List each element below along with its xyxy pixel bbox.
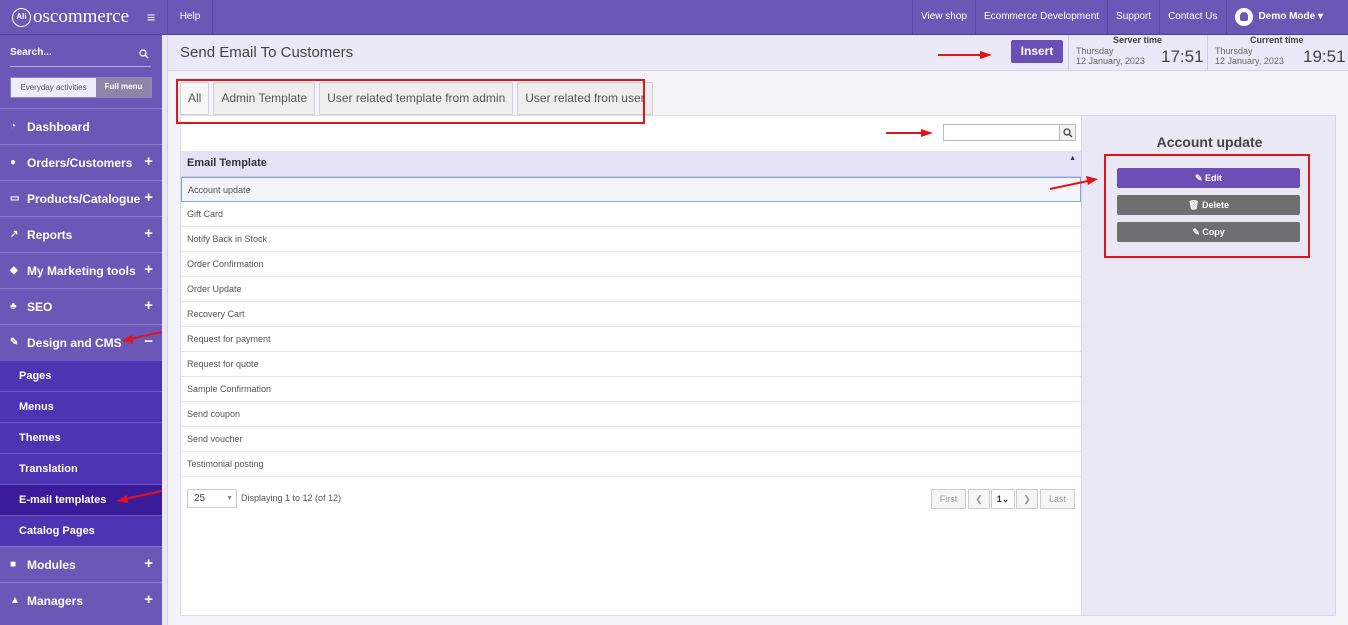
annotation-arrowhead-email-templates xyxy=(116,495,128,503)
annotation-arrowhead-insert xyxy=(980,51,992,59)
annotation-arrowhead-design-cms xyxy=(121,335,133,343)
annotation-arrows xyxy=(116,51,1098,503)
annotation-arrow-design-cms xyxy=(129,331,163,340)
annotation-arrowhead-edit xyxy=(1086,176,1098,185)
annotation-arrow-email-templates xyxy=(124,490,163,500)
annotation-arrow-edit xyxy=(1049,180,1089,190)
annotation-arrowhead-search xyxy=(921,129,933,137)
